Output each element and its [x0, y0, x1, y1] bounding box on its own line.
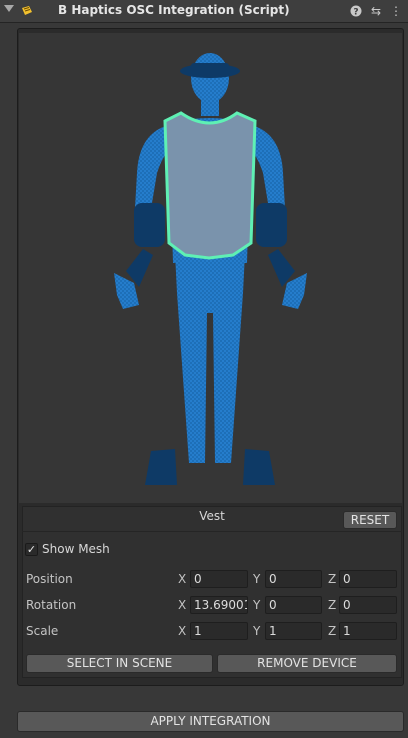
presets-icon[interactable]: ⇆	[369, 4, 383, 18]
position-z-field[interactable]: 0	[339, 570, 397, 588]
rotation-x-field[interactable]: 13.69001	[190, 596, 248, 614]
scale-label: Scale	[26, 624, 59, 638]
reset-button[interactable]: RESET	[343, 511, 397, 529]
script-icon	[22, 6, 32, 15]
scale-y-field[interactable]: 1	[265, 622, 322, 640]
position-label: Position	[26, 572, 73, 586]
show-mesh-label: Show Mesh	[42, 542, 110, 556]
scale-x-field[interactable]: 1	[190, 622, 248, 640]
left-arm-device[interactable]	[134, 203, 165, 247]
svg-text:?: ?	[353, 8, 358, 18]
axis-x-label: X	[178, 598, 187, 612]
body-figure	[114, 53, 307, 485]
axis-z-label: Z	[328, 624, 337, 638]
remove-device-button[interactable]: REMOVE DEVICE	[217, 654, 397, 673]
axis-x-label: X	[178, 572, 187, 586]
component-header: B Haptics OSC Integration (Script) ? ⇆ ⋮	[0, 0, 408, 23]
fold-arrow-icon[interactable]	[4, 5, 14, 12]
rotation-label: Rotation	[26, 598, 77, 612]
position-y-field[interactable]: 0	[265, 570, 322, 588]
position-x-field[interactable]: 0	[190, 570, 248, 588]
body-viewport	[19, 33, 402, 503]
kebab-menu-icon[interactable]: ⋮	[389, 4, 403, 18]
divider	[22, 531, 402, 532]
axis-x-label: X	[178, 624, 187, 638]
scale-z-field[interactable]: 1	[339, 622, 397, 640]
axis-y-label: Y	[253, 598, 261, 612]
axis-z-label: Z	[328, 598, 337, 612]
apply-integration-button[interactable]: APPLY INTEGRATION	[17, 711, 404, 732]
axis-z-label: Z	[328, 572, 337, 586]
right-foot-device[interactable]	[243, 449, 275, 485]
component-title: B Haptics OSC Integration (Script)	[58, 3, 290, 17]
right-arm-device[interactable]	[256, 203, 287, 247]
show-mesh-checkbox[interactable]: ✓	[25, 543, 38, 556]
vest-device[interactable]	[163, 111, 257, 260]
select-in-scene-button[interactable]: SELECT IN SCENE	[26, 654, 213, 673]
help-icon[interactable]: ?	[349, 4, 363, 18]
left-foot-device[interactable]	[145, 449, 177, 485]
axis-y-label: Y	[253, 624, 261, 638]
axis-y-label: Y	[253, 572, 261, 586]
rotation-y-field[interactable]: 0	[265, 596, 322, 614]
rotation-z-field[interactable]: 0	[339, 596, 397, 614]
